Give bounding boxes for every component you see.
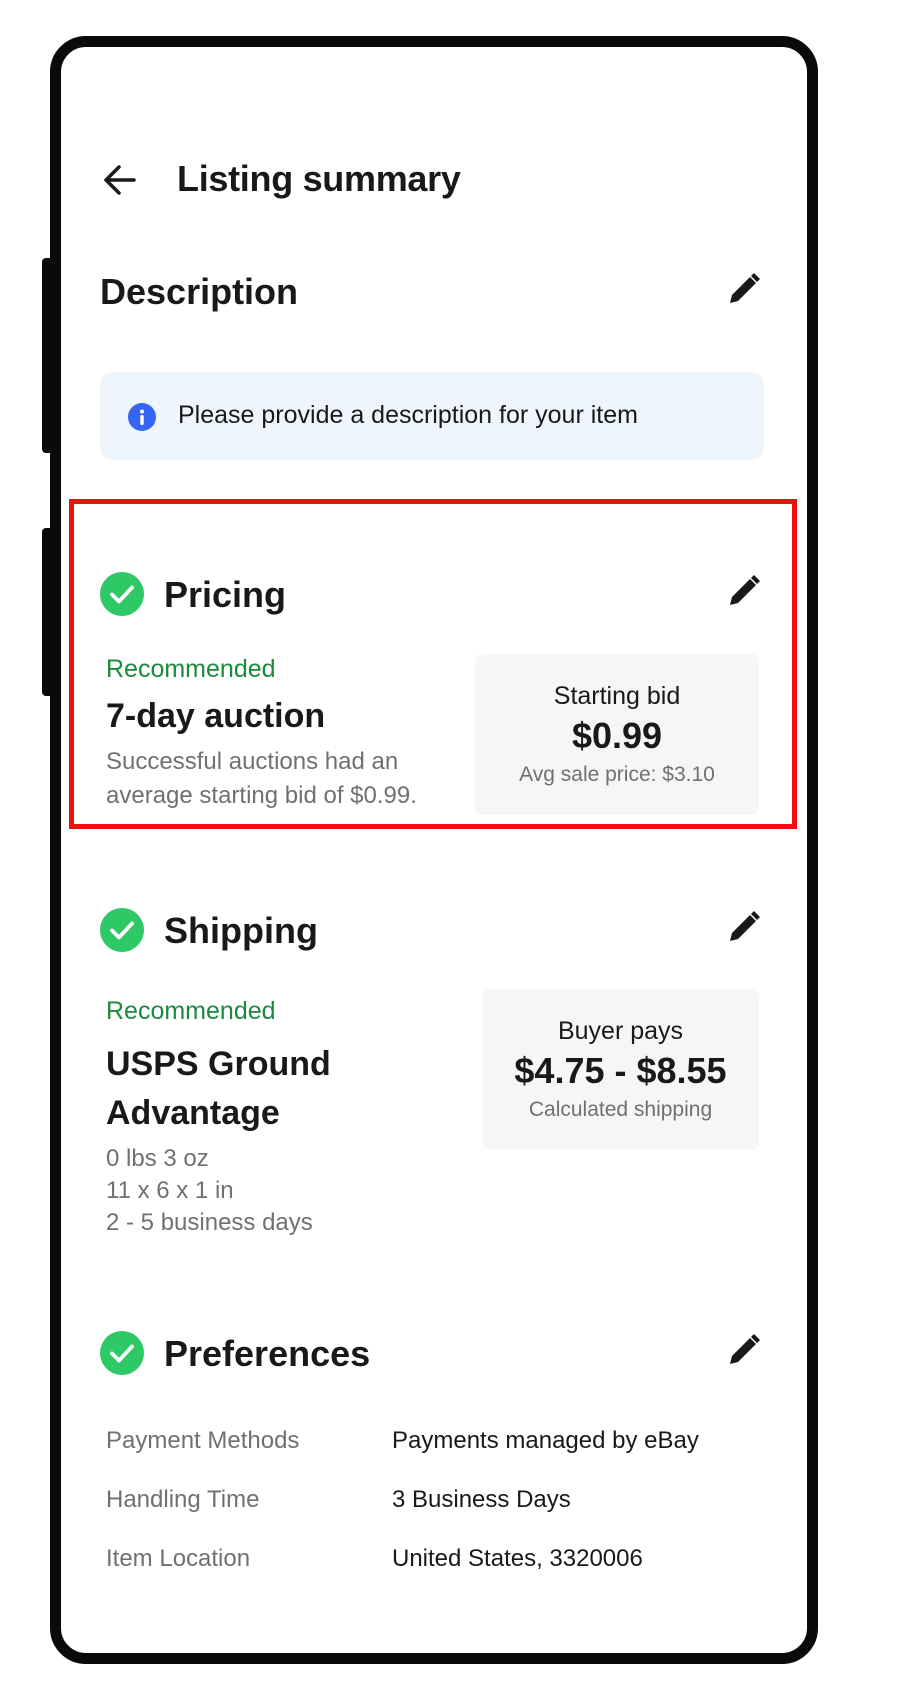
pricing-detail-line-2: average starting bid of $0.99. [106,782,417,809]
shipping-check-circle-icon [100,908,144,952]
shipping-edit-pencil-icon[interactable] [723,908,763,948]
buyer-pays-value: $4.75 - $8.55 [514,1050,727,1091]
description-section-title: Description [100,271,299,312]
shipping-weight: 0 lbs 3 oz [106,1145,209,1172]
shipping-service-line-1: USPS Ground [106,1045,331,1083]
starting-bid-label: Starting bid [553,682,681,710]
preferences-check-circle-icon [100,1331,144,1375]
pricing-section-title: Pricing [164,574,287,615]
calculated-shipping-note: Calculated shipping [528,1098,713,1121]
pricing-check-circle-icon [100,572,144,616]
handling-time-value: 3 Business Days [392,1486,571,1513]
description-edit-pencil-icon[interactable] [723,270,763,310]
shipping-service-line-2: Advantage [106,1094,280,1132]
pricing-detail-line-1: Successful auctions had an [106,748,399,775]
payment-methods-label: Payment Methods [106,1427,300,1454]
preferences-edit-pencil-icon[interactable] [723,1331,763,1371]
shipping-dimensions: 11 x 6 x 1 in [106,1177,234,1204]
shipping-recommended-label: Recommended [106,997,276,1025]
back-arrow-icon[interactable] [100,160,144,200]
info-icon [128,403,156,431]
item-location-value: United States, 3320006 [392,1545,643,1572]
buyer-pays-box[interactable]: Buyer pays $4.75 - $8.55 Calculated ship… [482,989,759,1150]
shipping-section-title: Shipping [164,910,318,951]
item-location-label: Item Location [106,1545,251,1572]
pricing-recommended-label: Recommended [106,655,276,683]
handling-time-label: Handling Time [106,1486,260,1513]
starting-bid-box[interactable]: Starting bid $0.99 Avg sale price: $3.10 [475,654,759,815]
starting-bid-value: $0.99 [571,715,663,756]
description-info-text: Please provide a description for your it… [178,401,638,429]
pricing-edit-pencil-icon[interactable] [723,572,763,612]
page-title: Listing summary [177,158,461,199]
payment-methods-value: Payments managed by eBay [392,1427,699,1454]
avg-sale-price-note: Avg sale price: $3.10 [519,763,715,786]
pricing-format: 7-day auction [106,697,326,735]
preferences-section-title: Preferences [164,1333,371,1374]
listing-summary-screen: Listing summary Description Please provi… [0,0,900,1695]
shipping-delivery-time: 2 - 5 business days [106,1209,313,1236]
buyer-pays-label: Buyer pays [557,1017,684,1045]
